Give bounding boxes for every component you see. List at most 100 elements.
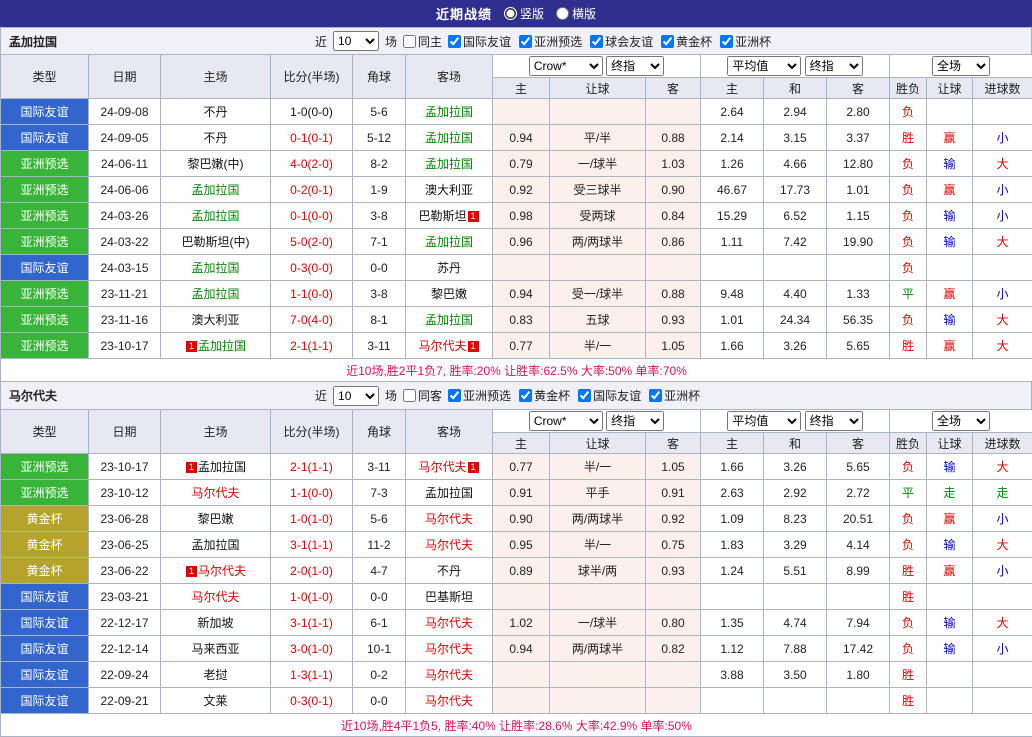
- match-count-select[interactable]: 10: [333, 386, 379, 406]
- league-checkbox[interactable]: [448, 389, 461, 402]
- league-label: 黄金杯: [534, 387, 570, 404]
- odds-home: 0.89: [493, 558, 550, 584]
- result-wdl: 负: [890, 151, 927, 177]
- odds-home: 0.77: [493, 454, 550, 480]
- red-card-badge: 1: [186, 566, 197, 577]
- scope-group: 全场: [890, 55, 1032, 78]
- avg-draw: [764, 584, 827, 610]
- result-handicap: 赢: [927, 506, 973, 532]
- average-kind-select[interactable]: 终指: [805, 56, 863, 76]
- score: 0-1(0-1): [271, 125, 353, 151]
- league-checkbox[interactable]: [578, 389, 591, 402]
- away-team-name: 孟加拉国: [425, 157, 473, 171]
- result-handicap: 赢: [927, 558, 973, 584]
- odds-home: 0.94: [493, 636, 550, 662]
- vertical-radio[interactable]: [504, 7, 517, 20]
- filter-bar: 近 10 场 同客 亚洲预选黄金杯国际友谊亚洲杯: [315, 386, 700, 406]
- odds-away: 1.03: [646, 151, 701, 177]
- match-date: 23-10-17: [89, 454, 161, 480]
- match-count-select[interactable]: 10: [333, 31, 379, 51]
- league-filter[interactable]: 亚洲杯: [720, 33, 771, 50]
- odds-away: 0.91: [646, 480, 701, 506]
- scope-select[interactable]: 全场: [932, 411, 990, 431]
- same-venue-filter[interactable]: 同主: [403, 33, 442, 50]
- summary-line: 近10场,胜4平1负5, 胜率:40% 让胜率:28.6% 大率:42.9% 单…: [1, 714, 1032, 737]
- average-kind-select[interactable]: 终指: [805, 411, 863, 431]
- col-header-corners: 角球: [353, 410, 406, 454]
- odds-home: 0.94: [493, 281, 550, 307]
- match-date: 24-09-08: [89, 99, 161, 125]
- avg-home: [701, 584, 764, 610]
- odds-source-select[interactable]: Crow*: [529, 411, 603, 431]
- avg-draw: [764, 255, 827, 281]
- league-filter[interactable]: 黄金杯: [519, 387, 570, 404]
- league-filter[interactable]: 黄金杯: [661, 33, 712, 50]
- league-filter[interactable]: 球会友谊: [590, 33, 653, 50]
- match-date: 22-12-14: [89, 636, 161, 662]
- match-row: 国际友谊24-03-15孟加拉国0-3(0-0)0-0苏丹负: [1, 255, 1032, 281]
- league-checkbox[interactable]: [649, 389, 662, 402]
- home-team-name: 孟加拉国: [191, 183, 239, 197]
- league-filter[interactable]: 亚洲杯: [649, 387, 700, 404]
- odds-home: 0.92: [493, 177, 550, 203]
- avg-home: 1.09: [701, 506, 764, 532]
- league-checkbox[interactable]: [519, 35, 532, 48]
- home-team-name: 黎巴嫩(中): [188, 157, 244, 171]
- avg-away: 12.80: [827, 151, 890, 177]
- result-wdl: 负: [890, 99, 927, 125]
- scope-select[interactable]: 全场: [932, 56, 990, 76]
- home-team-cell: 文莱: [161, 688, 271, 714]
- league-filter[interactable]: 亚洲预选: [448, 387, 511, 404]
- league-type-badge: 黄金杯: [1, 558, 89, 584]
- avg-draw: 5.51: [764, 558, 827, 584]
- average-select[interactable]: 平均值: [727, 411, 801, 431]
- match-row: 国际友谊24-09-05不丹0-1(0-1)5-12孟加拉国0.94平/半0.8…: [1, 125, 1032, 151]
- league-checkbox[interactable]: [519, 389, 532, 402]
- result-wdl: 负: [890, 255, 927, 281]
- games-label: 场: [385, 387, 397, 404]
- score: 0-2(0-1): [271, 177, 353, 203]
- average-select[interactable]: 平均值: [727, 56, 801, 76]
- league-filter[interactable]: 亚洲预选: [519, 33, 582, 50]
- league-checkbox[interactable]: [448, 35, 461, 48]
- corners: 7-3: [353, 480, 406, 506]
- avg-away: [827, 584, 890, 610]
- corners: 7-1: [353, 229, 406, 255]
- league-checkbox[interactable]: [590, 35, 603, 48]
- same-venue-checkbox[interactable]: [403, 389, 416, 402]
- avg-draw: 4.40: [764, 281, 827, 307]
- odds-handicap: [550, 99, 646, 125]
- match-row: 国际友谊22-12-17新加坡3-1(1-1)6-1马尔代夫1.02一/球半0.…: [1, 610, 1032, 636]
- layout-vertical-option[interactable]: 竖版: [504, 5, 544, 22]
- avg-away: 1.80: [827, 662, 890, 688]
- away-team-name: 孟加拉国: [425, 105, 473, 119]
- away-team-name: 澳大利亚: [425, 183, 473, 197]
- layout-horizontal-option[interactable]: 横版: [556, 5, 596, 22]
- home-team-cell: 马来西亚: [161, 636, 271, 662]
- avg-draw: [764, 688, 827, 714]
- result-wdl: 胜: [890, 584, 927, 610]
- odds-home: [493, 688, 550, 714]
- avg-draw: 2.94: [764, 99, 827, 125]
- odds-source-select[interactable]: Crow*: [529, 56, 603, 76]
- result-handicap: 输: [927, 454, 973, 480]
- match-row: 亚洲预选24-03-26孟加拉国0-1(0-0)3-8巴勒斯坦10.98受两球0…: [1, 203, 1032, 229]
- league-filter[interactable]: 国际友谊: [448, 33, 511, 50]
- odds-kind-select[interactable]: 终指: [606, 411, 664, 431]
- same-venue-filter[interactable]: 同客: [403, 387, 442, 404]
- games-label: 场: [385, 33, 397, 50]
- league-checkbox[interactable]: [720, 35, 733, 48]
- away-team-cell: 马尔代夫: [406, 532, 493, 558]
- result-goals: [973, 662, 1032, 688]
- average-group: 平均值 终指: [701, 410, 890, 433]
- league-filter[interactable]: 国际友谊: [578, 387, 641, 404]
- sub-header-odds-home: 主: [493, 433, 550, 454]
- result-wdl: 负: [890, 203, 927, 229]
- horizontal-label: 横版: [572, 5, 596, 22]
- same-venue-checkbox[interactable]: [403, 35, 416, 48]
- league-checkbox[interactable]: [661, 35, 674, 48]
- horizontal-radio[interactable]: [556, 7, 569, 20]
- score: 3-1(1-1): [271, 532, 353, 558]
- odds-away: 0.80: [646, 610, 701, 636]
- odds-kind-select[interactable]: 终指: [606, 56, 664, 76]
